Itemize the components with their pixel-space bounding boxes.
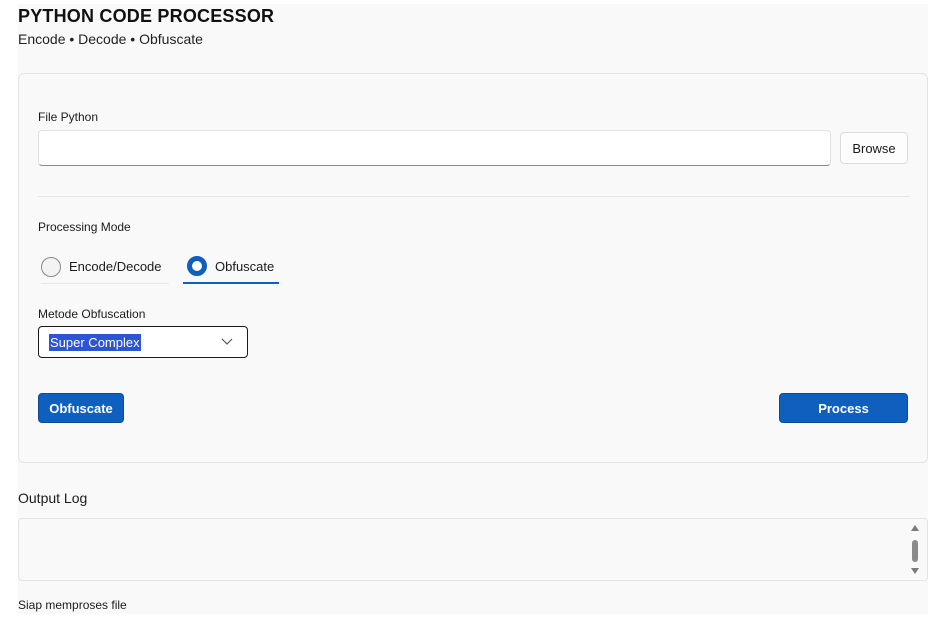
output-log-scrollbar[interactable] <box>909 521 921 578</box>
file-python-label: File Python <box>38 110 99 124</box>
scrollbar-thumb[interactable] <box>912 540 918 562</box>
settings-card: File Python Browse Processing Mode Encod… <box>18 73 928 463</box>
radio-unchecked-icon <box>41 256 61 277</box>
browse-button[interactable]: Browse <box>840 132 908 164</box>
process-button[interactable]: Process <box>779 393 908 423</box>
obfuscation-method-label: Metode Obfuscation <box>38 307 146 321</box>
obfuscate-button[interactable]: Obfuscate <box>38 393 124 423</box>
processing-mode-label: Processing Mode <box>38 220 131 234</box>
radio-obfuscate[interactable]: Obfuscate <box>183 250 279 284</box>
obfuscation-method-value: Super Complex <box>49 333 141 351</box>
file-python-input[interactable] <box>38 130 831 166</box>
chevron-down-icon <box>221 338 233 345</box>
radio-encode-decode-label: Encode/Decode <box>69 259 162 274</box>
obfuscation-method-select[interactable]: Super Complex <box>38 326 248 358</box>
app-window: PYTHON CODE PROCESSOR Encode • Decode • … <box>0 0 940 623</box>
page-subtitle: Encode • Decode • Obfuscate <box>18 31 203 47</box>
radio-obfuscate-label: Obfuscate <box>215 258 275 274</box>
output-log-textarea[interactable] <box>18 518 928 581</box>
radio-encode-decode[interactable]: Encode/Decode <box>41 250 169 284</box>
radio-checked-icon <box>187 256 207 276</box>
output-log-label: Output Log <box>18 490 88 506</box>
status-text: Siap memproses file <box>18 598 127 612</box>
arrow-up-icon[interactable] <box>911 525 919 531</box>
divider <box>38 196 909 197</box>
page-title: PYTHON CODE PROCESSOR <box>18 6 275 26</box>
arrow-down-icon[interactable] <box>911 568 919 574</box>
